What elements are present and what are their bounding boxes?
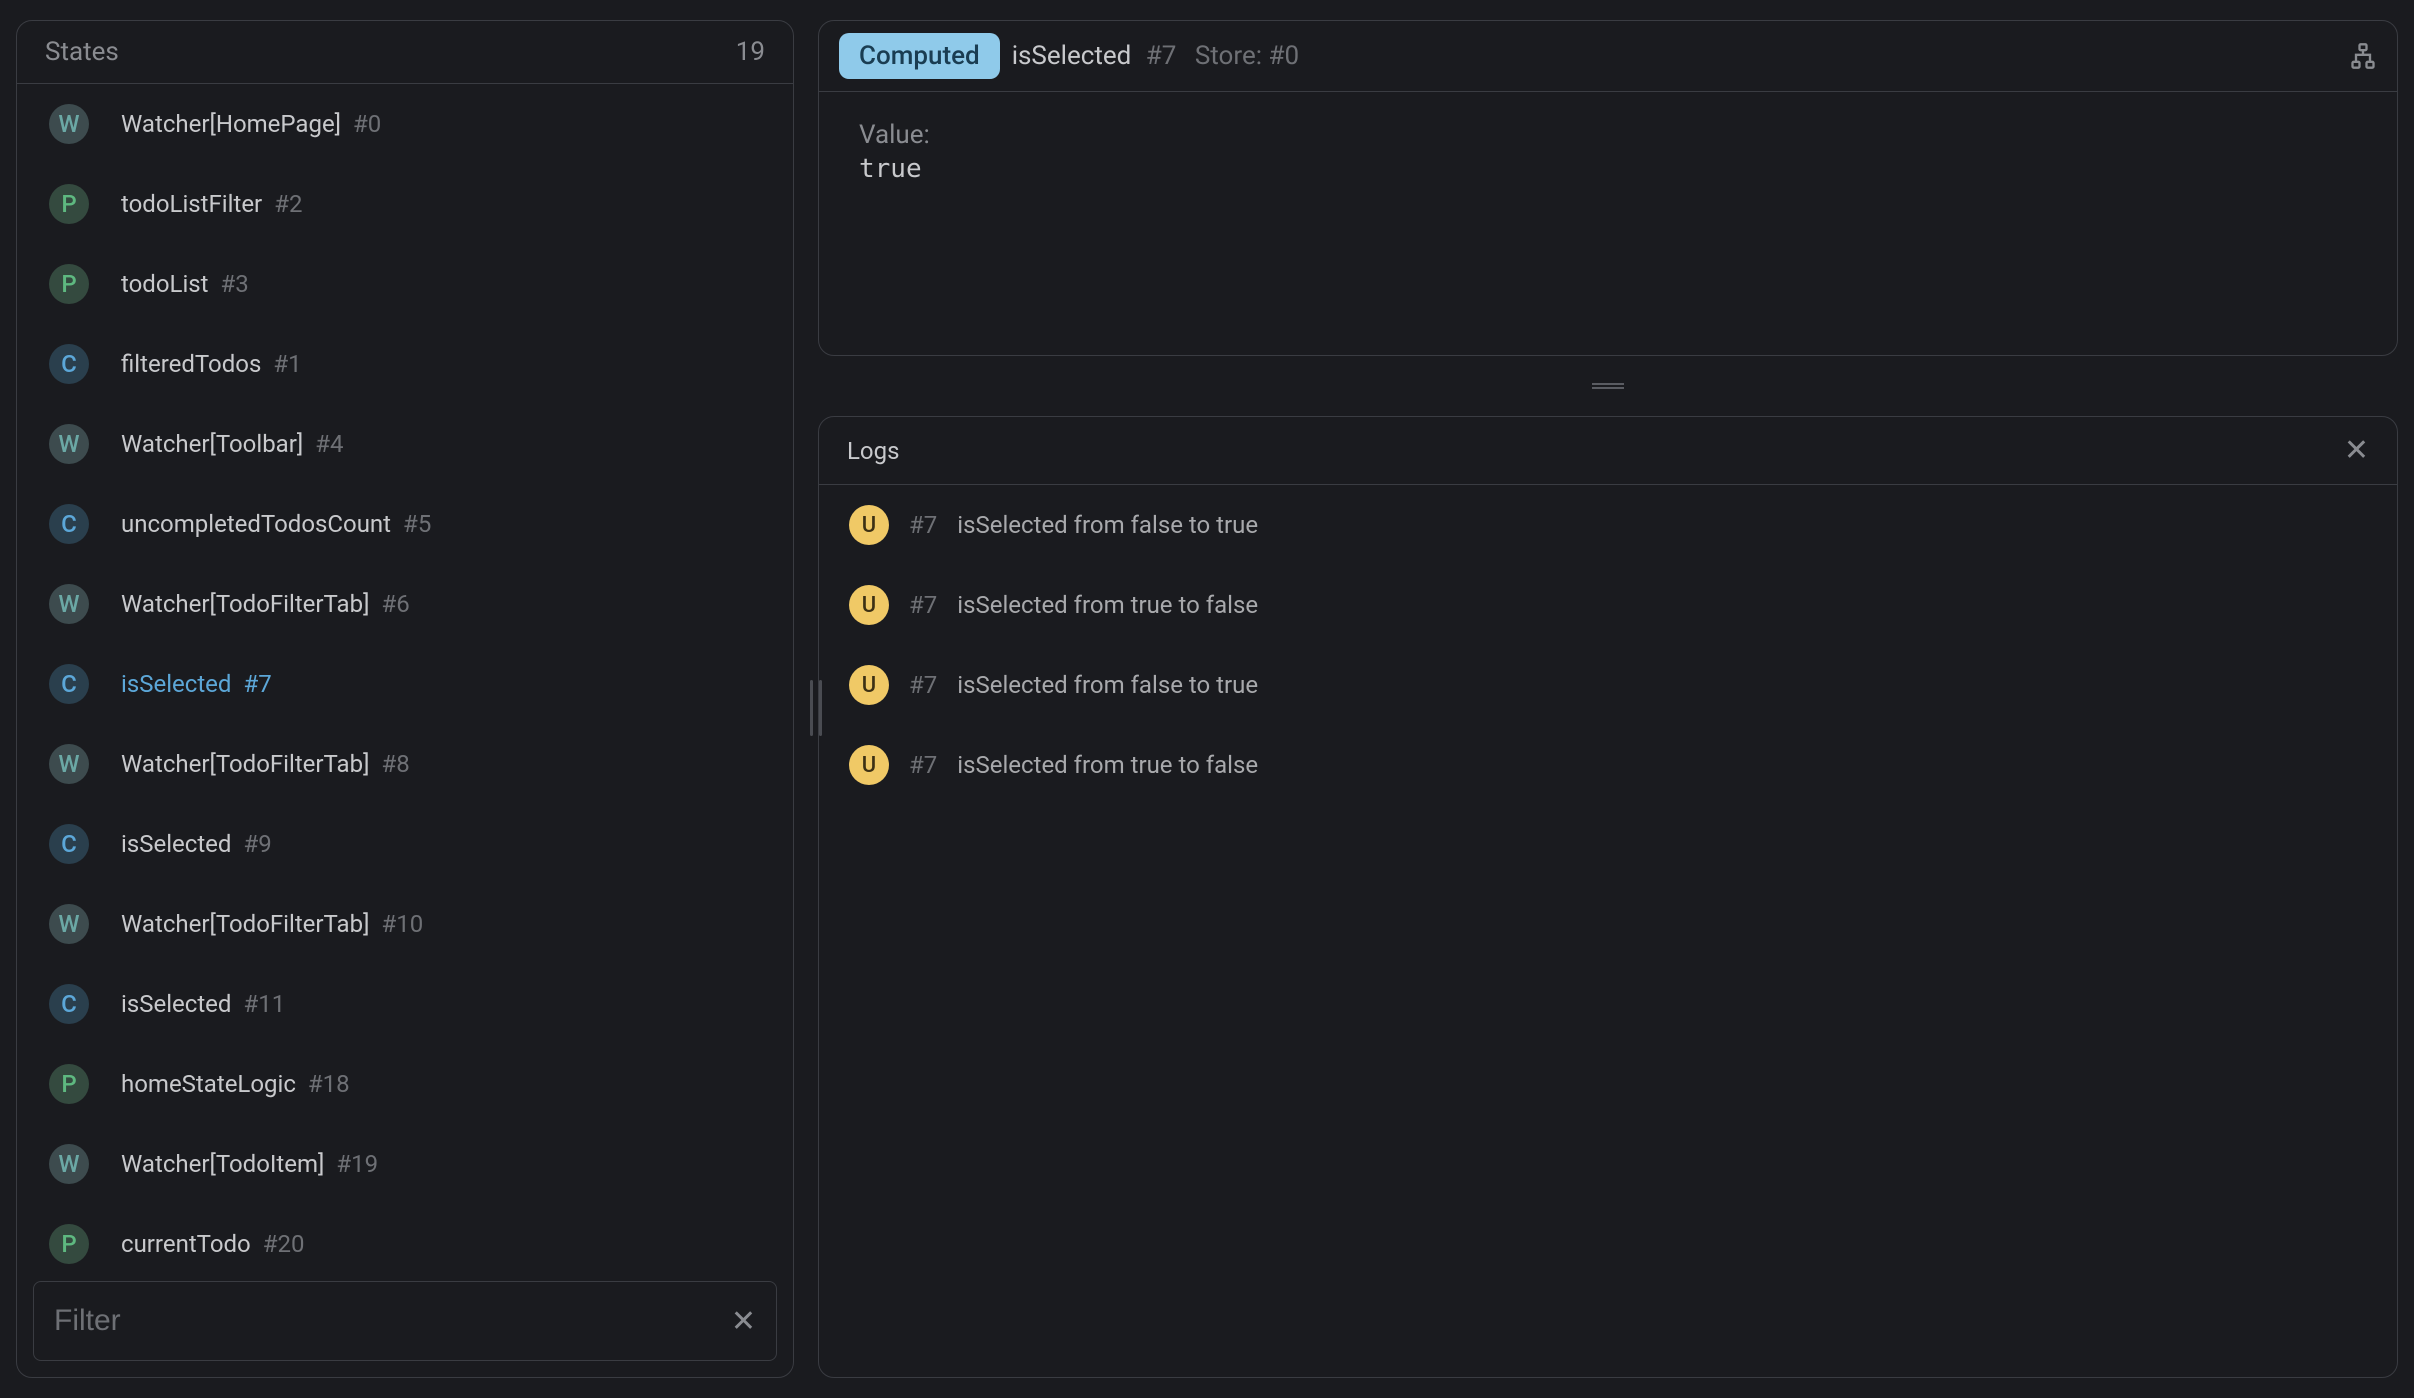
state-label: isSelected#7 bbox=[121, 670, 272, 698]
state-label: Watcher[TodoFilterTab]#10 bbox=[121, 910, 423, 938]
states-list[interactable]: WWatcher[HomePage]#0PtodoListFilter#2Pto… bbox=[17, 83, 793, 1265]
store-label: Store: #0 bbox=[1195, 41, 1299, 71]
log-badge: U bbox=[849, 665, 889, 705]
log-badge: U bbox=[849, 745, 889, 785]
detail-id: #7 bbox=[1146, 41, 1177, 71]
state-label: Watcher[TodoItem]#19 bbox=[121, 1150, 378, 1178]
filter-row: ✕ bbox=[17, 1265, 793, 1377]
state-label: Watcher[TodoFilterTab]#8 bbox=[121, 750, 410, 778]
state-item[interactable]: PcurrentTodo#20 bbox=[17, 1204, 793, 1265]
log-id: #7 bbox=[909, 591, 937, 619]
state-label: currentTodo#20 bbox=[121, 1230, 305, 1258]
state-label: filteredTodos#1 bbox=[121, 350, 302, 378]
log-badge: U bbox=[849, 585, 889, 625]
log-message: isSelected from false to true bbox=[957, 671, 1258, 699]
state-label: Watcher[HomePage]#0 bbox=[121, 110, 381, 138]
state-badge: P bbox=[49, 1224, 89, 1264]
state-badge: C bbox=[49, 984, 89, 1024]
state-badge: C bbox=[49, 824, 89, 864]
log-item[interactable]: U #7 isSelected from true to false bbox=[819, 725, 2397, 805]
state-item[interactable]: CisSelected#9 bbox=[17, 804, 793, 884]
detail-name: isSelected bbox=[1012, 41, 1132, 71]
state-badge: P bbox=[49, 1064, 89, 1104]
state-badge: C bbox=[49, 664, 89, 704]
state-label: Watcher[TodoFilterTab]#6 bbox=[121, 590, 410, 618]
filter-input-wrap[interactable]: ✕ bbox=[33, 1281, 777, 1361]
state-item[interactable]: W Watcher[TodoItem]#19 bbox=[17, 1124, 793, 1204]
state-item[interactable]: W Watcher[TodoFilterTab]#6 bbox=[17, 564, 793, 644]
state-item[interactable]: CisSelected#11 bbox=[17, 964, 793, 1044]
state-badge: W bbox=[49, 1144, 89, 1184]
state-item[interactable]: W Watcher[Toolbar]#4 bbox=[17, 404, 793, 484]
state-item[interactable]: CfilteredTodos#1 bbox=[17, 324, 793, 404]
states-title: States bbox=[45, 37, 119, 67]
log-id: #7 bbox=[909, 751, 937, 779]
state-label: homeStateLogic#18 bbox=[121, 1070, 350, 1098]
horizontal-splitter[interactable] bbox=[810, 680, 822, 736]
log-item[interactable]: U #7 isSelected from true to false bbox=[819, 565, 2397, 645]
states-header: States 19 bbox=[17, 21, 793, 83]
states-count: 19 bbox=[736, 37, 765, 67]
states-panel: States 19 W Watcher[HomePage]#0 PtodoListF… bbox=[16, 20, 794, 1378]
logs-panel: Logs ✕ U#7isSelected from false to trueU… bbox=[818, 416, 2398, 1378]
state-item[interactable]: W Watcher[TodoFilterTab]#8 bbox=[17, 724, 793, 804]
state-badge: P bbox=[49, 264, 89, 304]
state-badge: C bbox=[49, 344, 89, 384]
detail-body: Value: true bbox=[819, 91, 2397, 212]
vertical-splitter[interactable] bbox=[818, 380, 2398, 392]
state-label: Watcher[Toolbar]#4 bbox=[121, 430, 343, 458]
close-icon[interactable]: ✕ bbox=[2344, 433, 2369, 468]
logs-list: U #7 isSelected from false to true U #7 isSel… bbox=[819, 484, 2397, 805]
logs-header: Logs ✕ bbox=[819, 417, 2397, 484]
state-item[interactable]: PtodoList#3 bbox=[17, 244, 793, 324]
log-item[interactable]: U #7 isSelected from false to true bbox=[819, 645, 2397, 725]
state-badge: C bbox=[49, 504, 89, 544]
log-message: isSelected from true to false bbox=[957, 591, 1258, 619]
state-label: isSelected#11 bbox=[121, 990, 285, 1018]
state-label: todoListFilter#2 bbox=[121, 190, 302, 218]
close-icon[interactable]: ✕ bbox=[731, 1304, 756, 1339]
state-item[interactable]: CuncompletedTodosCount#5 bbox=[17, 484, 793, 564]
state-badge: P bbox=[49, 184, 89, 224]
state-label: uncompletedTodosCount#5 bbox=[121, 510, 431, 538]
log-id: #7 bbox=[909, 671, 937, 699]
state-item[interactable]: PtodoListFilter#2 bbox=[17, 164, 793, 244]
state-badge: W bbox=[49, 904, 89, 944]
tree-icon[interactable] bbox=[2349, 42, 2377, 70]
value-label: Value: bbox=[859, 120, 2357, 150]
detail-panel: Computed isSelected #7 Store: #0 bbox=[818, 20, 2398, 356]
detail-header: Computed isSelected #7 Store: #0 bbox=[819, 21, 2397, 91]
detail-title: isSelected #7 Store: #0 bbox=[1012, 41, 1299, 71]
state-badge: W bbox=[49, 584, 89, 624]
state-item[interactable]: W Watcher[HomePage]#0 bbox=[17, 84, 793, 164]
state-badge: W bbox=[49, 744, 89, 784]
state-badge: W bbox=[49, 104, 89, 144]
logs-title: Logs bbox=[847, 437, 899, 465]
state-badge: W bbox=[49, 424, 89, 464]
log-item[interactable]: U #7 isSelected from false to true bbox=[819, 485, 2397, 565]
log-badge: U bbox=[849, 505, 889, 545]
log-id: #7 bbox=[909, 511, 937, 539]
state-item[interactable]: PhomeStateLogic#18 bbox=[17, 1044, 793, 1124]
state-label: isSelected#9 bbox=[121, 830, 272, 858]
computed-tag: Computed bbox=[839, 33, 1000, 79]
filter-input[interactable] bbox=[54, 1304, 731, 1338]
value-text: true bbox=[859, 154, 2357, 184]
state-item[interactable]: CisSelected#7 bbox=[17, 644, 793, 724]
log-message: isSelected from true to false bbox=[957, 751, 1258, 779]
state-label: todoList#3 bbox=[121, 270, 249, 298]
log-message: isSelected from false to true bbox=[957, 511, 1258, 539]
state-item[interactable]: W Watcher[TodoFilterTab]#10 bbox=[17, 884, 793, 964]
